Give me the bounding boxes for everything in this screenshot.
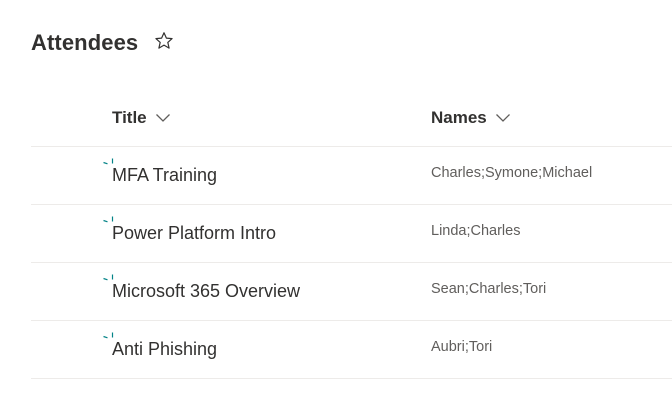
row-names-value: Linda;Charles	[431, 223, 521, 239]
list-header: Attendees	[31, 26, 176, 60]
column-header-title-label: Title	[112, 108, 147, 127]
list-page: Attendees Title Names MFA Training Charl…	[0, 0, 672, 394]
column-header-names[interactable]: Names	[431, 105, 511, 131]
table-row[interactable]: MFA Training Charles;Symone;Michael	[31, 147, 672, 205]
table-row[interactable]: Microsoft 365 Overview Sean;Charles;Tori	[31, 263, 672, 321]
list-grid: Title Names MFA Training Charles;Symone;…	[31, 90, 672, 379]
row-title-link[interactable]: Power Platform Intro	[112, 205, 276, 262]
chevron-down-icon	[495, 113, 511, 123]
row-title-link[interactable]: Microsoft 365 Overview	[112, 263, 300, 320]
column-header-row: Title Names	[31, 90, 672, 147]
row-title-link[interactable]: MFA Training	[112, 147, 217, 204]
row-names-value: Charles;Symone;Michael	[431, 165, 593, 181]
star-outline-icon	[155, 32, 173, 49]
chevron-down-icon	[155, 113, 171, 123]
column-header-title[interactable]: Title	[112, 105, 171, 131]
table-row[interactable]: Power Platform Intro Linda;Charles	[31, 205, 672, 263]
row-names-value: Sean;Charles;Tori	[431, 281, 547, 297]
row-title-link[interactable]: Anti Phishing	[112, 321, 217, 378]
row-names-value: Aubri;Tori	[431, 339, 493, 355]
column-header-names-label: Names	[431, 108, 487, 127]
table-row[interactable]: Anti Phishing Aubri;Tori	[31, 321, 672, 379]
favorite-button[interactable]	[152, 29, 176, 53]
page-title: Attendees	[31, 30, 139, 55]
